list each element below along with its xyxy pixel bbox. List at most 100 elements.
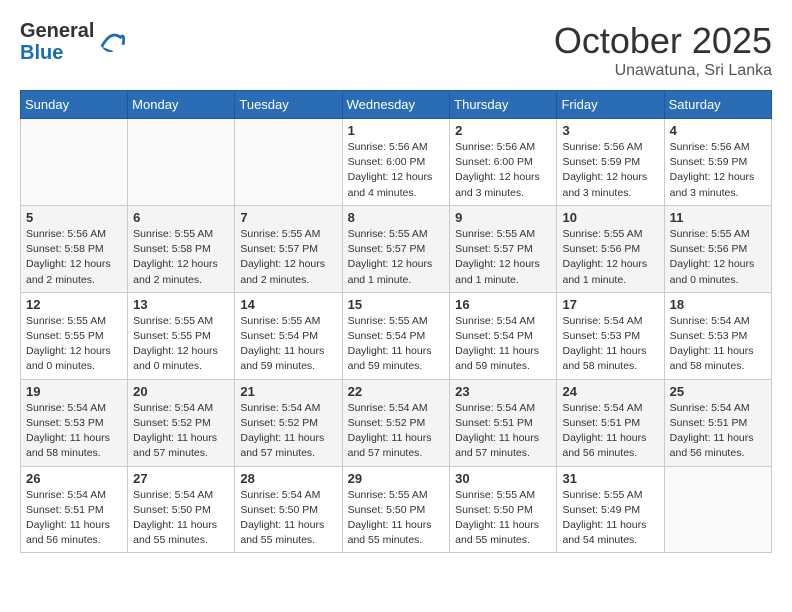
calendar-cell: 14Sunrise: 5:55 AMSunset: 5:54 PMDayligh… <box>235 292 342 379</box>
calendar-cell <box>128 119 235 206</box>
cell-info: Sunrise: 5:55 AMSunset: 5:57 PMDaylight:… <box>348 227 445 288</box>
cell-info: Sunrise: 5:54 AMSunset: 5:52 PMDaylight:… <box>133 401 229 462</box>
day-number: 3 <box>562 123 658 138</box>
day-number: 11 <box>670 210 766 225</box>
calendar-cell: 2Sunrise: 5:56 AMSunset: 6:00 PMDaylight… <box>450 119 557 206</box>
cell-info: Sunrise: 5:55 AMSunset: 5:56 PMDaylight:… <box>562 227 658 288</box>
calendar-cell: 1 Sunrise: 5:56 AMSunset: 6:00 PMDaylight… <box>342 119 450 206</box>
cell-info: Sunrise: 5:54 AMSunset: 5:54 PMDaylight:… <box>455 314 551 375</box>
cell-info: Sunrise: 5:54 AMSunset: 5:51 PMDaylight:… <box>26 488 122 549</box>
calendar-cell: 21Sunrise: 5:54 AMSunset: 5:52 PMDayligh… <box>235 379 342 466</box>
calendar-cell: 17 Sunrise: 5:54 AMSunset: 5:53 PMDayligh… <box>557 292 664 379</box>
cell-info: Sunrise: 5:54 AMSunset: 5:51 PMDaylight:… <box>670 401 766 462</box>
day-number: 5 <box>26 210 122 225</box>
day-header-sunday: Sunday <box>21 91 128 119</box>
week-row-5: 26 Sunrise: 5:54 AMSunset: 5:51 PMDayligh… <box>21 466 772 553</box>
cell-info: Sunrise: 5:55 AMSunset: 5:58 PMDaylight:… <box>133 227 229 288</box>
cell-info: Sunrise: 5:55 AMSunset: 5:55 PMDaylight:… <box>133 314 229 375</box>
calendar-cell: 15Sunrise: 5:55 AMSunset: 5:54 PMDayligh… <box>342 292 450 379</box>
day-number: 14 <box>240 297 336 312</box>
calendar-table: SundayMondayTuesdayWednesdayThursdayFrid… <box>20 90 772 553</box>
day-number: 9 <box>455 210 551 225</box>
day-number: 2 <box>455 123 551 138</box>
calendar-cell: 28Sunrise: 5:54 AMSunset: 5:50 PMDayligh… <box>235 466 342 553</box>
day-number: 8 <box>348 210 445 225</box>
day-number: 31 <box>562 471 658 486</box>
cell-info: Sunrise: 5:54 AMSunset: 5:52 PMDaylight:… <box>348 401 445 462</box>
calendar-cell: 16 Sunrise: 5:54 AMSunset: 5:54 PMDayligh… <box>450 292 557 379</box>
page-header: General Blue October 2025 Unawatuna, Sri… <box>20 20 772 80</box>
cell-info: Sunrise: 5:55 AMSunset: 5:57 PMDaylight:… <box>455 227 551 288</box>
calendar-cell: 18 Sunrise: 5:54 AMSunset: 5:53 PMDayligh… <box>664 292 771 379</box>
cell-info: Sunrise: 5:56 AMSunset: 5:59 PMDaylight:… <box>562 140 658 201</box>
calendar-cell: 27 Sunrise: 5:54 AMSunset: 5:50 PMDayligh… <box>128 466 235 553</box>
calendar-cell <box>664 466 771 553</box>
day-header-saturday: Saturday <box>664 91 771 119</box>
calendar-cell: 23 Sunrise: 5:54 AMSunset: 5:51 PMDayligh… <box>450 379 557 466</box>
day-number: 25 <box>670 384 766 399</box>
calendar-cell: 22Sunrise: 5:54 AMSunset: 5:52 PMDayligh… <box>342 379 450 466</box>
day-number: 1 <box>348 123 445 138</box>
cell-info: Sunrise: 5:56 AMSunset: 6:00 PMDaylight:… <box>348 140 445 201</box>
cell-info: Sunrise: 5:54 AMSunset: 5:50 PMDaylight:… <box>240 488 336 549</box>
calendar-cell: 26 Sunrise: 5:54 AMSunset: 5:51 PMDayligh… <box>21 466 128 553</box>
calendar-cell: 11 Sunrise: 5:55 AMSunset: 5:56 PMDayligh… <box>664 205 771 292</box>
day-number: 17 <box>562 297 658 312</box>
day-header-tuesday: Tuesday <box>235 91 342 119</box>
day-header-monday: Monday <box>128 91 235 119</box>
day-number: 19 <box>26 384 122 399</box>
day-number: 16 <box>455 297 551 312</box>
month-title: October 2025 <box>554 20 772 62</box>
logo-general: General <box>20 20 94 42</box>
day-number: 23 <box>455 384 551 399</box>
cell-info: Sunrise: 5:55 AMSunset: 5:49 PMDaylight:… <box>562 488 658 549</box>
day-number: 15 <box>348 297 445 312</box>
cell-info: Sunrise: 5:55 AMSunset: 5:55 PMDaylight:… <box>26 314 122 375</box>
week-row-1: 1 Sunrise: 5:56 AMSunset: 6:00 PMDaylight… <box>21 119 772 206</box>
day-header-friday: Friday <box>557 91 664 119</box>
calendar-cell <box>21 119 128 206</box>
day-header-thursday: Thursday <box>450 91 557 119</box>
cell-info: Sunrise: 5:55 AMSunset: 5:56 PMDaylight:… <box>670 227 766 288</box>
calendar-cell: 25 Sunrise: 5:54 AMSunset: 5:51 PMDayligh… <box>664 379 771 466</box>
day-number: 20 <box>133 384 229 399</box>
cell-info: Sunrise: 5:56 AMSunset: 5:59 PMDaylight:… <box>670 140 766 201</box>
day-number: 30 <box>455 471 551 486</box>
day-number: 29 <box>348 471 445 486</box>
title-block: October 2025 Unawatuna, Sri Lanka <box>554 20 772 80</box>
cell-info: Sunrise: 5:56 AMSunset: 5:58 PMDaylight:… <box>26 227 122 288</box>
location: Unawatuna, Sri Lanka <box>554 62 772 80</box>
week-row-4: 19Sunrise: 5:54 AMSunset: 5:53 PMDayligh… <box>21 379 772 466</box>
calendar-cell: 20 Sunrise: 5:54 AMSunset: 5:52 PMDayligh… <box>128 379 235 466</box>
day-number: 18 <box>670 297 766 312</box>
logo: General Blue <box>20 20 125 64</box>
calendar-cell: 24Sunrise: 5:54 AMSunset: 5:51 PMDayligh… <box>557 379 664 466</box>
calendar-cell: 13Sunrise: 5:55 AMSunset: 5:55 PMDayligh… <box>128 292 235 379</box>
day-number: 12 <box>26 297 122 312</box>
calendar-header-row: SundayMondayTuesdayWednesdayThursdayFrid… <box>21 91 772 119</box>
day-number: 27 <box>133 471 229 486</box>
calendar-cell: 12 Sunrise: 5:55 AMSunset: 5:55 PMDayligh… <box>21 292 128 379</box>
day-number: 24 <box>562 384 658 399</box>
week-row-3: 12 Sunrise: 5:55 AMSunset: 5:55 PMDayligh… <box>21 292 772 379</box>
calendar-cell: 3 Sunrise: 5:56 AMSunset: 5:59 PMDaylight… <box>557 119 664 206</box>
cell-info: Sunrise: 5:54 AMSunset: 5:53 PMDaylight:… <box>562 314 658 375</box>
cell-info: Sunrise: 5:54 AMSunset: 5:51 PMDaylight:… <box>455 401 551 462</box>
calendar-cell: 8 Sunrise: 5:55 AMSunset: 5:57 PMDaylight… <box>342 205 450 292</box>
day-number: 26 <box>26 471 122 486</box>
calendar-cell: 19Sunrise: 5:54 AMSunset: 5:53 PMDayligh… <box>21 379 128 466</box>
logo-blue: Blue <box>20 42 63 64</box>
day-number: 4 <box>670 123 766 138</box>
cell-info: Sunrise: 5:54 AMSunset: 5:50 PMDaylight:… <box>133 488 229 549</box>
cell-info: Sunrise: 5:55 AMSunset: 5:57 PMDaylight:… <box>240 227 336 288</box>
calendar-cell: 7 Sunrise: 5:55 AMSunset: 5:57 PMDaylight… <box>235 205 342 292</box>
calendar-cell: 9 Sunrise: 5:55 AMSunset: 5:57 PMDaylight… <box>450 205 557 292</box>
week-row-2: 5 Sunrise: 5:56 AMSunset: 5:58 PMDaylight… <box>21 205 772 292</box>
cell-info: Sunrise: 5:54 AMSunset: 5:53 PMDaylight:… <box>670 314 766 375</box>
calendar-cell: 4 Sunrise: 5:56 AMSunset: 5:59 PMDaylight… <box>664 119 771 206</box>
day-number: 10 <box>562 210 658 225</box>
calendar-cell: 5 Sunrise: 5:56 AMSunset: 5:58 PMDaylight… <box>21 205 128 292</box>
day-number: 7 <box>240 210 336 225</box>
calendar-cell: 10 Sunrise: 5:55 AMSunset: 5:56 PMDayligh… <box>557 205 664 292</box>
calendar-cell: 29Sunrise: 5:55 AMSunset: 5:50 PMDayligh… <box>342 466 450 553</box>
